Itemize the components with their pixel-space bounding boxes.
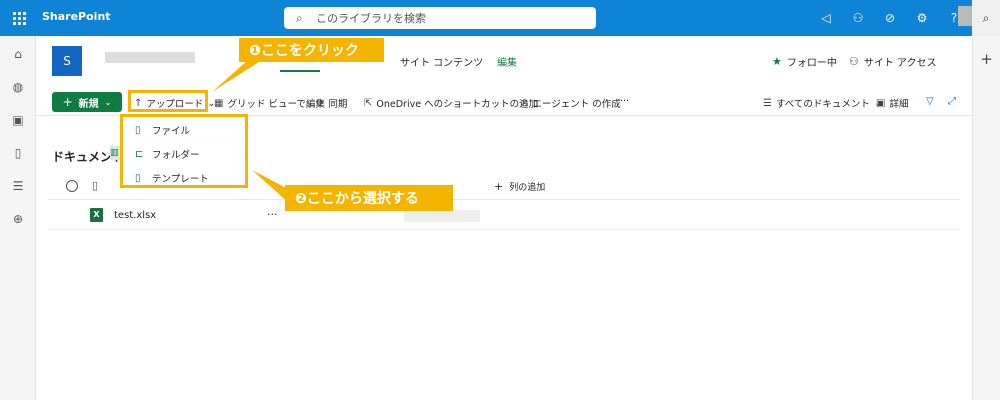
file-icon[interactable]: ▯ (0, 137, 36, 170)
callout-step-2: ❷ここから選択する (285, 185, 453, 211)
menu-item-label: フォルダー (152, 150, 200, 161)
chevron-down-icon: ⌄ (104, 97, 112, 107)
news-icon[interactable]: ▣ (0, 104, 36, 137)
template-icon: ▯ (135, 172, 141, 184)
expand-glyph: ⤢ (948, 96, 956, 107)
suite-bar: SharePoint ⌕ このライブラリを検索 ◁ ⚇ ⊘ ⚙ ? ⌕ (0, 0, 1000, 36)
sync-icon: ⟳ (316, 97, 325, 109)
nav-edit[interactable]: 編集 (497, 54, 517, 69)
add-shortcut-button[interactable]: ⇱ OneDrive へのショートカットの追加 (364, 96, 539, 111)
callout-step-1: ❶ここをクリック (239, 38, 384, 62)
site-logo[interactable]: S (52, 46, 82, 76)
menu-item-label: ファイル (152, 126, 191, 137)
upload-highlight (128, 90, 208, 112)
search-icon: ⌕ (296, 10, 303, 25)
right-rail: + (972, 36, 1000, 400)
sharepoint-icon[interactable]: ⚇ (842, 11, 874, 25)
view-label: すべてのドキュメント (775, 99, 870, 110)
menu-item-folder[interactable]: ⊏ フォルダー (135, 147, 200, 162)
home-icon[interactable]: ⌂ (0, 38, 36, 71)
add-column-button[interactable]: + 列の追加 (494, 180, 545, 193)
view-list-icon: ☰ (763, 97, 772, 109)
menu-item-file[interactable]: ▯ ファイル (135, 123, 191, 138)
grid-edit-button[interactable]: ▦ グリッド ビューで編集 (214, 96, 325, 111)
agent-icon: ⊘ (520, 97, 529, 109)
follow-button[interactable]: ★ フォロー中 (772, 54, 837, 69)
star-icon: ★ (772, 55, 782, 68)
new-button[interactable]: + 新規 ⌄ (52, 92, 122, 112)
search-input[interactable]: ⌕ このライブラリを検索 (284, 7, 596, 29)
view-switcher[interactable]: ☰ すべてのドキュメント ⌄ (763, 96, 882, 111)
details-label: 詳細 (889, 99, 909, 110)
modified-by-redacted (404, 210, 480, 222)
info-pane-icon: ▣ (876, 97, 886, 109)
menu-item-template[interactable]: ▯ テンプレート (135, 171, 209, 186)
callout-1-pointer (212, 60, 262, 92)
folder-icon: ⊏ (135, 148, 144, 160)
filter-glyph: ▽ (926, 96, 934, 107)
globe-icon[interactable]: ◍ (0, 71, 36, 104)
grid-icon: ▦ (214, 97, 224, 109)
waffle-icon (12, 11, 26, 25)
app-launcher-button[interactable] (0, 0, 38, 36)
excel-file-icon: X (90, 208, 103, 222)
create-icon[interactable]: ⊕ (0, 203, 36, 236)
follow-label: フォロー中 (786, 58, 837, 69)
filter-icon[interactable]: ▽ (926, 96, 938, 107)
suite-icons: ◁ ⚇ ⊘ ⚙ ? (810, 0, 970, 36)
app-bar: ⌂ ◍ ▣ ▯ ☰ ⊕ (0, 36, 36, 400)
add-icon[interactable]: + (980, 50, 993, 68)
select-all-checkbox[interactable] (66, 180, 78, 192)
shortcut-label: OneDrive へのショートカットの追加 (376, 99, 539, 110)
more-button[interactable]: ··· (620, 96, 629, 107)
megaphone-icon[interactable]: ◁ (810, 11, 842, 25)
list-icon[interactable]: ☰ (0, 170, 36, 203)
details-button[interactable]: ▣ 詳細 (876, 96, 909, 111)
table-row[interactable]: X test.xlsx ··· (48, 204, 960, 230)
people-icon: ⚇ (849, 55, 859, 68)
upload-menu: ▯ ファイル ⊏ フォルダー ▯ テンプレート (120, 114, 248, 188)
new-label: 新規 (78, 98, 99, 110)
search-placeholder: このライブラリを検索 (316, 12, 426, 25)
agent-label: エージェント の作成 (532, 99, 621, 110)
settings-icon[interactable]: ⚙ (906, 11, 938, 25)
sync-button[interactable]: ⟳ 同期 (316, 96, 348, 111)
site-access-button[interactable]: ⚇ サイト アクセス (849, 54, 937, 69)
shortcut-icon: ⇱ (364, 97, 373, 109)
site-name-redacted (105, 52, 195, 63)
file-name[interactable]: test.xlsx (114, 210, 156, 221)
app-name[interactable]: SharePoint (42, 10, 111, 23)
expand-icon[interactable]: ⤢ (948, 96, 960, 107)
plus-icon: + (494, 180, 504, 193)
plus-icon: + (62, 95, 73, 109)
file-icon: ▯ (135, 124, 141, 136)
sync-label: 同期 (328, 99, 348, 110)
copilot-icon[interactable]: ⊘ (874, 11, 906, 25)
site-access-label: サイト アクセス (863, 58, 937, 69)
create-agent-button[interactable]: ⊘ エージェント の作成 (520, 96, 621, 111)
nav-site-contents[interactable]: サイト コンテンツ (400, 54, 483, 69)
grid-edit-label: グリッド ビューで編集 (227, 99, 325, 110)
site-nav-active-indicator (280, 70, 320, 72)
row-more-button[interactable]: ··· (267, 208, 278, 221)
add-column-label: 列の追加 (509, 183, 546, 193)
file-type-header-icon[interactable]: ▯ (92, 179, 98, 192)
view-icon[interactable]: ▥ (110, 146, 120, 160)
menu-item-label: テンプレート (152, 174, 209, 185)
rail-search-icon[interactable]: ⌕ (972, 0, 1000, 36)
